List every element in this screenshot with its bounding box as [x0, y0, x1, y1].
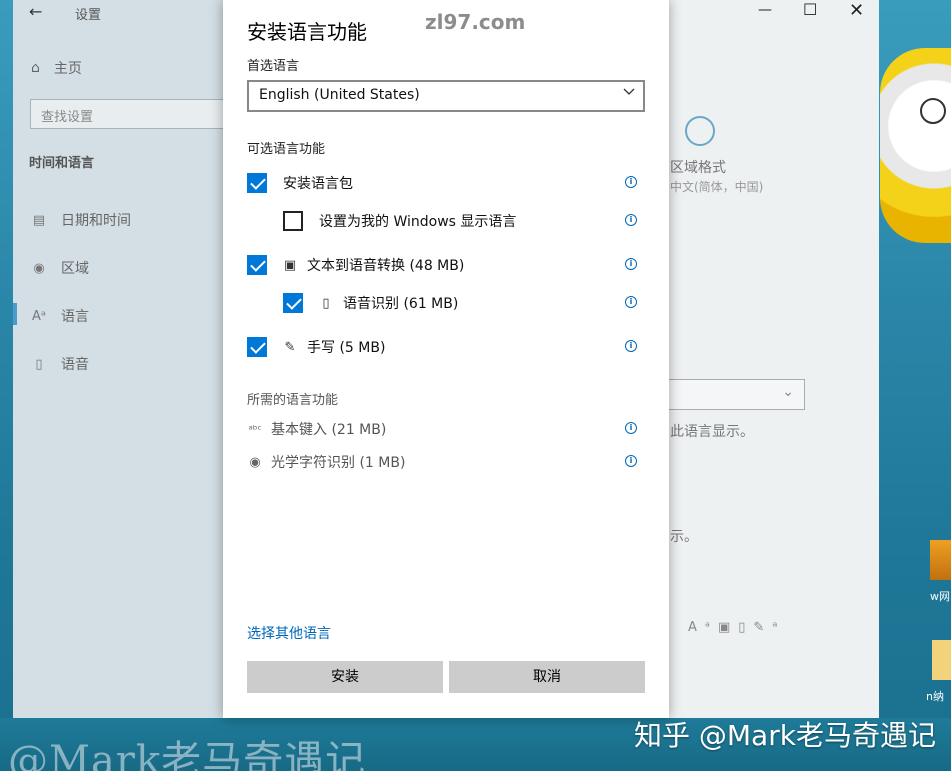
settings-sidebar: ← 设置 ⌂ 主页 查找设置 时间和语言 ▤ 日期和时间 ◉ 区域 Aᵃ 语言 …	[13, 0, 230, 718]
preferred-language-value: English (United States)	[259, 87, 420, 103]
sidebar-item-label: 语音	[61, 357, 89, 373]
preferred-language-label: 首选语言	[247, 59, 300, 74]
ocr-icon: ◉	[249, 454, 261, 470]
optional-section-label: 可选语言功能	[247, 142, 326, 157]
language-icon: Aᵃ	[32, 308, 46, 324]
close-icon[interactable]: ✕	[849, 0, 864, 21]
desktop-shortcut-icon[interactable]	[930, 540, 951, 580]
back-arrow-icon[interactable]: ←	[29, 2, 42, 21]
handwriting-icon: ✎	[284, 339, 296, 355]
desktop-folder-label[interactable]: n纳	[926, 688, 944, 704]
abc-typing-icon: ᵃᵇᶜ	[248, 422, 262, 436]
microphone-icon: ▯	[322, 295, 330, 311]
info-icon[interactable]: i	[625, 422, 637, 434]
region-tile-subtitle: 中文(简体，中国)	[670, 180, 764, 194]
bg-description-text: 此语言显示。	[670, 424, 754, 440]
settings-title: 设置	[75, 8, 102, 23]
watermark-bottom-left: @Mark老马奇遇记	[8, 738, 367, 771]
required-ocr: ◉ 光学字符识别 (1 MB)	[247, 452, 405, 472]
option-text-to-speech: ▣ 文本到语音转换 (48 MB)	[281, 255, 464, 275]
sidebar-item-date-time[interactable]: ▤ 日期和时间	[31, 210, 131, 230]
watermark-top: zl97.com	[425, 10, 526, 34]
region-tile-title[interactable]: 区域格式	[670, 157, 726, 177]
chevron-down-icon: ⌄	[782, 384, 794, 400]
bg-description-text: 示。	[670, 529, 698, 545]
minimize-icon[interactable]: —	[758, 2, 772, 18]
home-icon: ⌂	[31, 60, 40, 76]
sidebar-item-label: 日期和时间	[61, 213, 131, 229]
checkbox-install-language-pack[interactable]	[247, 173, 267, 193]
section-title: 时间和语言	[29, 156, 95, 171]
home-nav-item[interactable]: ⌂ 主页	[31, 58, 82, 78]
desktop-folder-icon[interactable]	[932, 640, 951, 680]
checkbox-speech-recognition[interactable]	[283, 293, 303, 313]
watermark-bottom-right: 知乎 @Mark老马奇遇记	[634, 719, 936, 752]
option-speech-recognition: ▯ 语音识别 (61 MB)	[317, 293, 458, 313]
sidebar-item-speech[interactable]: ▯ 语音	[31, 354, 89, 374]
option-label: 语音识别 (61 MB)	[343, 296, 459, 312]
calendar-clock-icon: ▤	[32, 212, 46, 228]
install-button[interactable]: 安装	[247, 661, 443, 693]
region-globe-icon[interactable]	[685, 116, 715, 146]
info-icon[interactable]: i	[625, 455, 637, 467]
option-handwriting: ✎ 手写 (5 MB)	[281, 337, 386, 357]
chevron-down-icon	[623, 88, 635, 95]
sidebar-item-label: 区域	[61, 261, 89, 277]
choose-other-language-link[interactable]: 选择其他语言	[247, 623, 331, 643]
maximize-icon[interactable]: ☐	[803, 0, 817, 19]
sidebar-item-language[interactable]: Aᵃ 语言	[31, 306, 89, 326]
option-label: 设置为我的 Windows 显示语言	[319, 214, 517, 230]
option-label: 手写 (5 MB)	[307, 340, 386, 356]
preferred-language-select[interactable]: English (United States)	[247, 80, 645, 112]
microphone-icon: ▯	[35, 356, 43, 372]
cancel-button[interactable]: 取消	[449, 661, 645, 693]
desktop-shortcut-label[interactable]: w网	[930, 588, 950, 604]
selected-indicator	[13, 303, 17, 325]
info-icon[interactable]: i	[625, 176, 637, 188]
language-feature-icons: Aᵃ▣▯✎ᵃ	[688, 620, 786, 635]
dialog-title: 安装语言功能	[247, 20, 367, 44]
home-label: 主页	[53, 61, 82, 77]
info-icon[interactable]: i	[625, 258, 637, 270]
settings-search-input[interactable]: 查找设置	[30, 99, 230, 129]
install-language-dialog: 安装语言功能 首选语言 English (United States) 可选语言…	[223, 0, 669, 718]
sidebar-item-region[interactable]: ◉ 区域	[31, 258, 89, 278]
sidebar-item-label: 语言	[61, 309, 89, 325]
required-label: 光学字符识别 (1 MB)	[271, 455, 406, 471]
display-language-dropdown[interactable]: ⌄	[668, 379, 805, 410]
required-basic-typing: ᵃᵇᶜ 基本键入 (21 MB)	[247, 419, 386, 439]
info-icon[interactable]: i	[625, 340, 637, 352]
required-section-label: 所需的语言功能	[247, 393, 339, 408]
checkbox-set-display-language[interactable]	[283, 211, 303, 231]
required-label: 基本键入 (21 MB)	[271, 422, 387, 438]
option-label: 安装语言包	[283, 176, 353, 192]
horse-mascot-image	[880, 48, 951, 243]
region-globe-icon: ◉	[33, 260, 45, 276]
checkbox-handwriting[interactable]	[247, 337, 267, 357]
option-label: 文本到语音转换 (48 MB)	[307, 258, 465, 274]
text-to-speech-icon: ▣	[283, 257, 297, 273]
info-icon[interactable]: i	[625, 214, 637, 226]
checkbox-text-to-speech[interactable]	[247, 255, 267, 275]
info-icon[interactable]: i	[625, 296, 637, 308]
